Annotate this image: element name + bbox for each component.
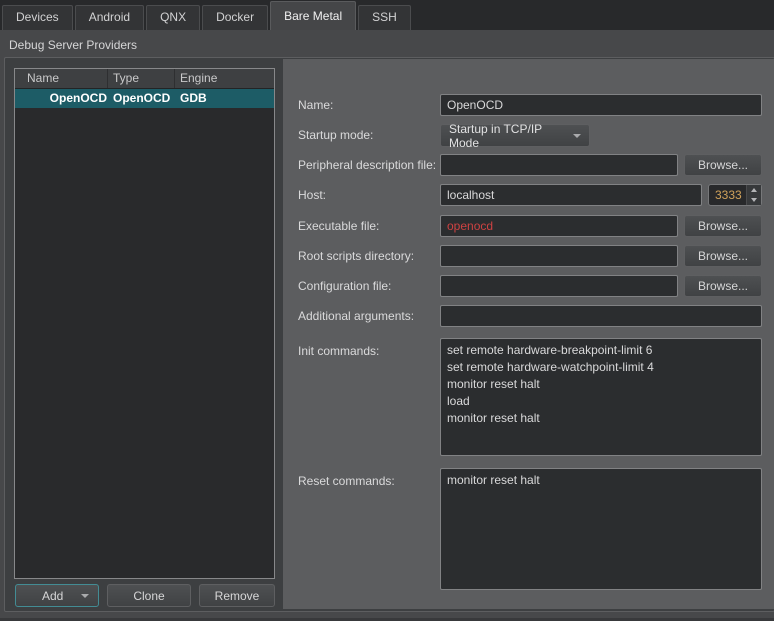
executable-file-input[interactable] [440, 215, 678, 237]
remove-button[interactable]: Remove [199, 584, 275, 607]
executable-file-label: Executable file: [298, 215, 379, 237]
tab-docker[interactable]: Docker [202, 5, 268, 30]
executable-file-browse-button[interactable]: Browse... [684, 215, 762, 237]
bare-metal-options-window: Devices Android QNX Docker Bare Metal SS… [0, 0, 774, 621]
provider-details-panel: Name: Startup mode: Startup in TCP/IP Mo… [283, 59, 774, 609]
debug-server-providers-group: Name Type Engine OpenOCD OpenOCD GDB Add… [4, 57, 774, 612]
chevron-down-icon [573, 134, 581, 138]
spin-down-button[interactable] [747, 195, 761, 205]
peripheral-file-input[interactable] [440, 154, 678, 176]
provider-actions: Add Clone Remove [15, 584, 275, 607]
peripheral-file-browse-button[interactable]: Browse... [684, 154, 762, 176]
port-spin-arrows [746, 185, 761, 205]
additional-arguments-input[interactable] [440, 305, 762, 327]
bare-metal-pane: Debug Server Providers Name Type Engine … [0, 30, 774, 621]
provider-name-cell: OpenOCD [15, 89, 108, 108]
group-title: Debug Server Providers [9, 38, 137, 52]
port-spinbox[interactable] [708, 184, 762, 206]
add-button-label: Add [42, 589, 63, 603]
tab-qnx[interactable]: QNX [146, 5, 200, 30]
column-header-type: Type [108, 69, 175, 88]
reset-commands-textarea[interactable]: monitor reset halt [440, 468, 762, 590]
column-header-name: Name [15, 69, 108, 88]
device-settings-tabbar: Devices Android QNX Docker Bare Metal SS… [0, 0, 774, 30]
tab-devices[interactable]: Devices [2, 5, 73, 30]
startup-mode-select[interactable]: Startup in TCP/IP Mode [440, 124, 590, 147]
table-row[interactable]: OpenOCD OpenOCD GDB [15, 89, 274, 108]
configuration-file-input[interactable] [440, 275, 678, 297]
tab-bare-metal[interactable]: Bare Metal [270, 1, 356, 30]
arrow-down-icon [751, 198, 757, 202]
root-scripts-browse-button[interactable]: Browse... [684, 245, 762, 267]
column-header-engine: Engine [175, 69, 274, 88]
reset-commands-label: Reset commands: [298, 470, 395, 492]
startup-mode-label: Startup mode: [298, 124, 373, 146]
port-input[interactable] [709, 185, 746, 205]
providers-table-header: Name Type Engine [15, 69, 274, 89]
init-commands-textarea[interactable]: set remote hardware-breakpoint-limit 6 s… [440, 338, 762, 456]
providers-table[interactable]: Name Type Engine OpenOCD OpenOCD GDB [14, 68, 275, 579]
root-scripts-label: Root scripts directory: [298, 245, 414, 267]
clone-button[interactable]: Clone [107, 584, 191, 607]
root-scripts-input[interactable] [440, 245, 678, 267]
spin-up-button[interactable] [747, 185, 761, 195]
startup-mode-value: Startup in TCP/IP Mode [449, 122, 573, 150]
configuration-file-browse-button[interactable]: Browse... [684, 275, 762, 297]
peripheral-file-label: Peripheral description file: [298, 154, 436, 176]
tab-android[interactable]: Android [75, 5, 144, 30]
configuration-file-label: Configuration file: [298, 275, 391, 297]
host-label: Host: [298, 184, 326, 206]
chevron-down-icon [81, 594, 89, 598]
arrow-up-icon [751, 188, 757, 192]
additional-arguments-label: Additional arguments: [298, 305, 414, 327]
name-input[interactable] [440, 94, 762, 116]
init-commands-label: Init commands: [298, 340, 379, 362]
provider-engine-cell: GDB [175, 89, 274, 108]
name-label: Name: [298, 94, 333, 116]
tab-ssh[interactable]: SSH [358, 5, 411, 30]
add-button[interactable]: Add [15, 584, 99, 607]
provider-type-cell: OpenOCD [108, 89, 175, 108]
host-input[interactable] [440, 184, 702, 206]
